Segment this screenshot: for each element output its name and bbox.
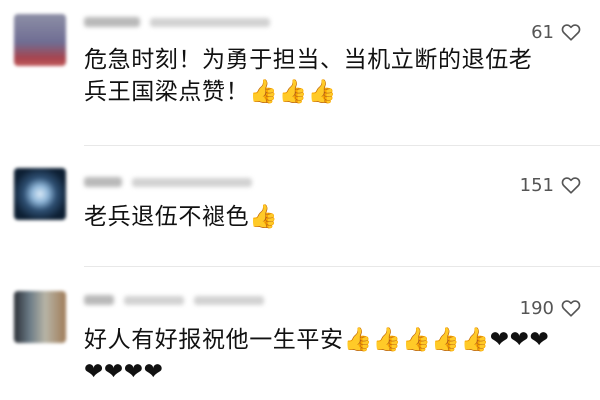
comment-meta-blurred	[84, 176, 252, 188]
like-button[interactable]: 61	[531, 20, 582, 44]
like-count: 61	[531, 21, 554, 43]
like-button[interactable]: 190	[520, 296, 582, 320]
comment-text: 好人有好报祝他一生平安👍👍👍👍👍❤❤❤❤❤❤❤	[84, 327, 550, 385]
heart-outline-icon	[561, 300, 581, 317]
like-count: 151	[519, 174, 554, 196]
avatar[interactable]	[14, 168, 66, 220]
comment-meta-blurred	[84, 16, 270, 28]
comment-meta-blurred	[84, 294, 264, 306]
comment-text: 老兵退伍不褪色👍	[84, 204, 279, 230]
like-count: 190	[519, 297, 554, 319]
avatar[interactable]	[14, 14, 66, 66]
divider	[84, 266, 600, 267]
comment-text: 危急时刻！为勇于担当、当机立断的退伍老兵王国梁点赞！👍👍👍	[84, 47, 533, 105]
divider	[84, 145, 600, 146]
like-button[interactable]: 151	[520, 173, 582, 197]
heart-outline-icon	[561, 24, 581, 41]
heart-outline-icon	[561, 177, 581, 194]
avatar[interactable]	[14, 291, 66, 343]
